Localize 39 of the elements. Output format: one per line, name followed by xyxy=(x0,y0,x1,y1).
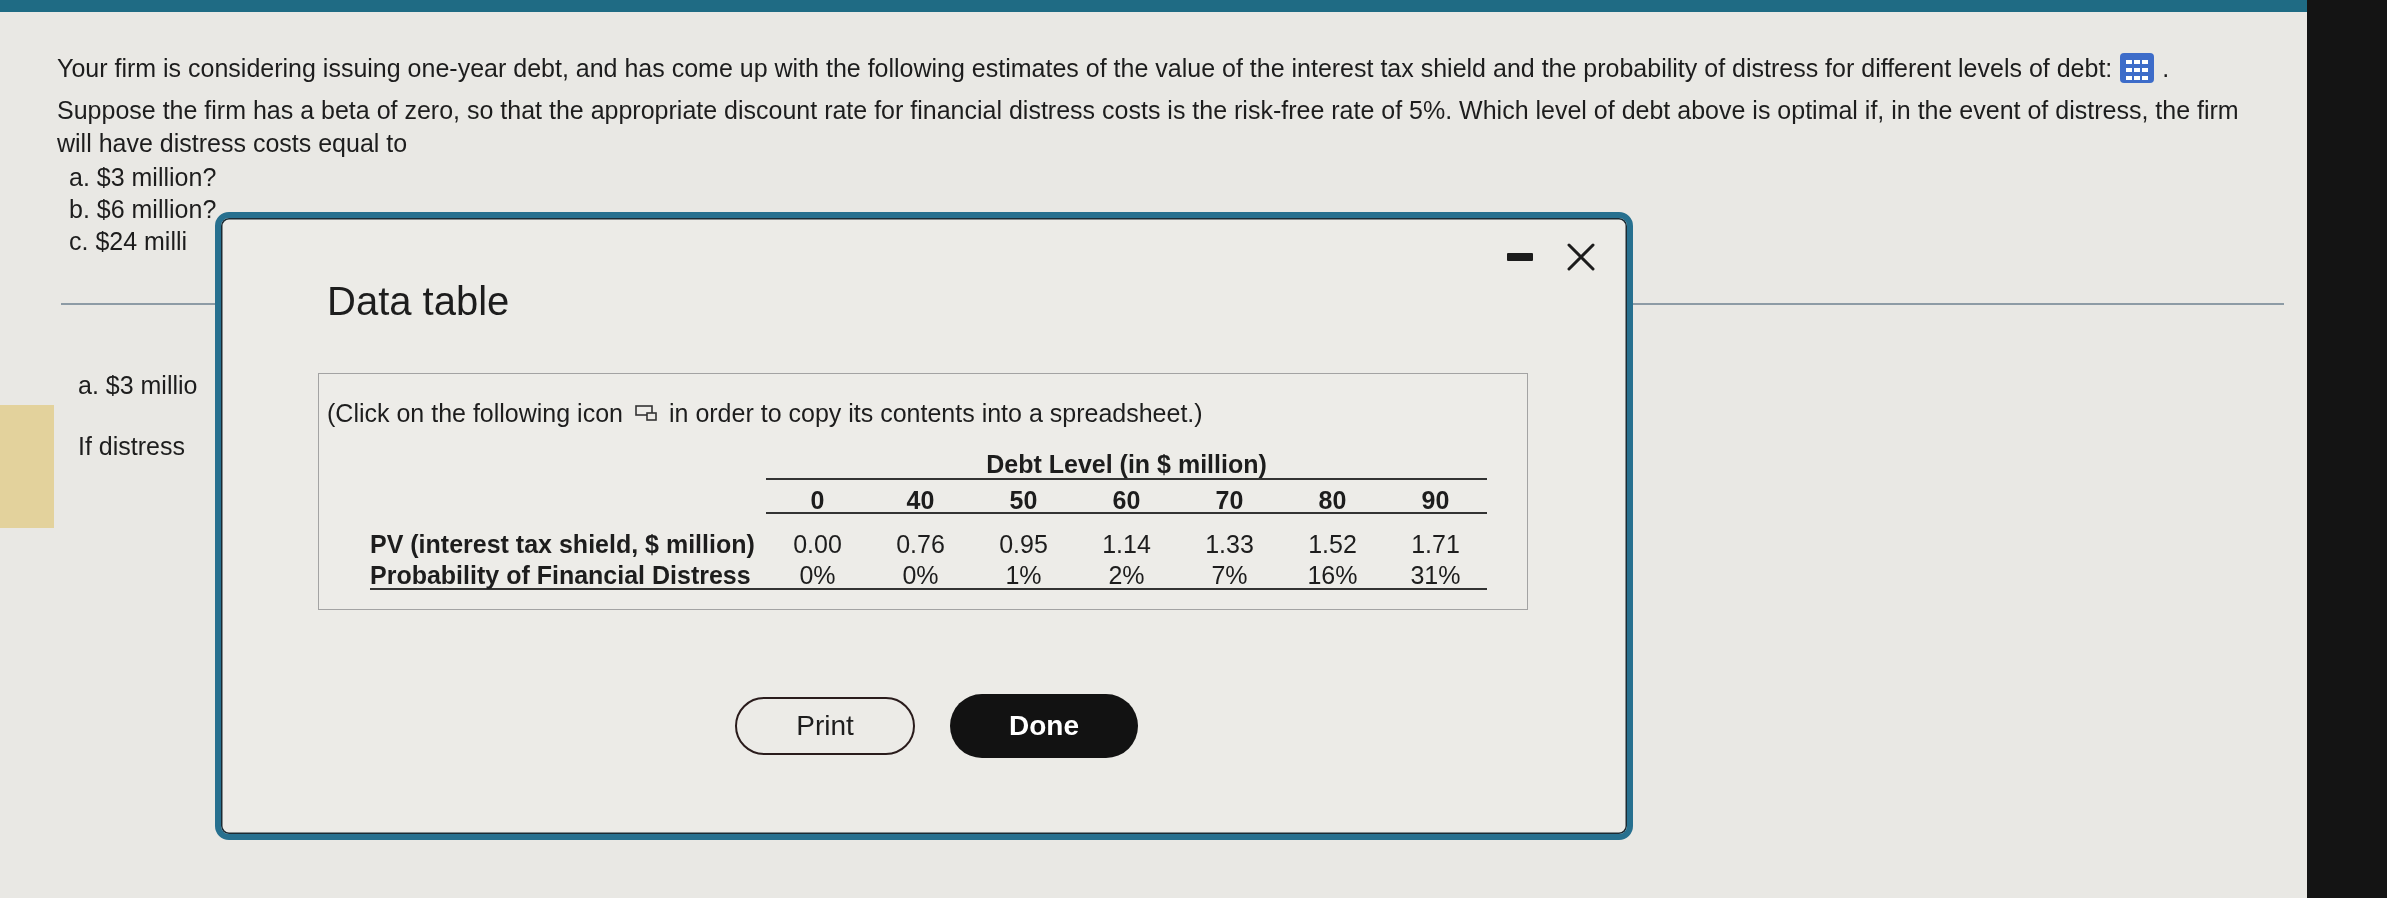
part-label: a. $3 millio xyxy=(78,370,198,401)
table-cell: 1.52 xyxy=(1281,513,1384,559)
column-header: 60 xyxy=(1075,479,1178,513)
column-header: 80 xyxy=(1281,479,1384,513)
close-icon[interactable] xyxy=(1567,243,1595,271)
print-button[interactable]: Print xyxy=(735,697,915,755)
done-button[interactable]: Done xyxy=(950,694,1138,758)
column-header: 70 xyxy=(1178,479,1281,513)
prompt-text: If distress xyxy=(78,431,185,462)
period-text: . xyxy=(2162,54,2170,82)
table-cell: 7% xyxy=(1178,559,1281,589)
question-part: b. $6 million? xyxy=(69,194,217,225)
table-cell: 2% xyxy=(1075,559,1178,589)
table-cell: 0% xyxy=(869,559,972,589)
table-icon[interactable] xyxy=(2120,53,2155,84)
table-cell: 31% xyxy=(1384,559,1487,589)
table-cell: 0.00 xyxy=(766,513,869,559)
table-cell: 0.95 xyxy=(972,513,1075,559)
table-cell: 1% xyxy=(972,559,1075,589)
table-cell: 1.71 xyxy=(1384,513,1487,559)
table-cell: 0.76 xyxy=(869,513,972,559)
column-header: 0 xyxy=(766,479,869,513)
question-part: c. $24 milli xyxy=(69,226,188,257)
column-header: 40 xyxy=(869,479,972,513)
question-text: Your firm is considering issuing one-year debt, and has come up with the following estimates of the value of the interest tax shield and the probability of distress for different levels of debt: xyxy=(57,54,2113,82)
column-header: 50 xyxy=(972,479,1075,513)
row-label: Probability of Financial Distress xyxy=(370,559,766,589)
instruction-text: in order to copy its contents into a spreadsheet.) xyxy=(669,398,1203,428)
table-cell: 1.33 xyxy=(1178,513,1281,559)
table-cell: 0% xyxy=(766,559,869,589)
row-label: PV (interest tax shield, $ million) xyxy=(370,513,766,559)
table-cell: 16% xyxy=(1281,559,1384,589)
copy-icon[interactable] xyxy=(635,405,657,421)
table-group-header: Debt Level (in $ million) xyxy=(766,450,1487,479)
question-part: a. $3 million? xyxy=(69,162,217,193)
dialog-title: Data table xyxy=(327,279,510,323)
instruction-text: (Click on the following icon xyxy=(327,398,623,428)
table-cell: 1.14 xyxy=(1075,513,1178,559)
column-header: 90 xyxy=(1384,479,1487,513)
